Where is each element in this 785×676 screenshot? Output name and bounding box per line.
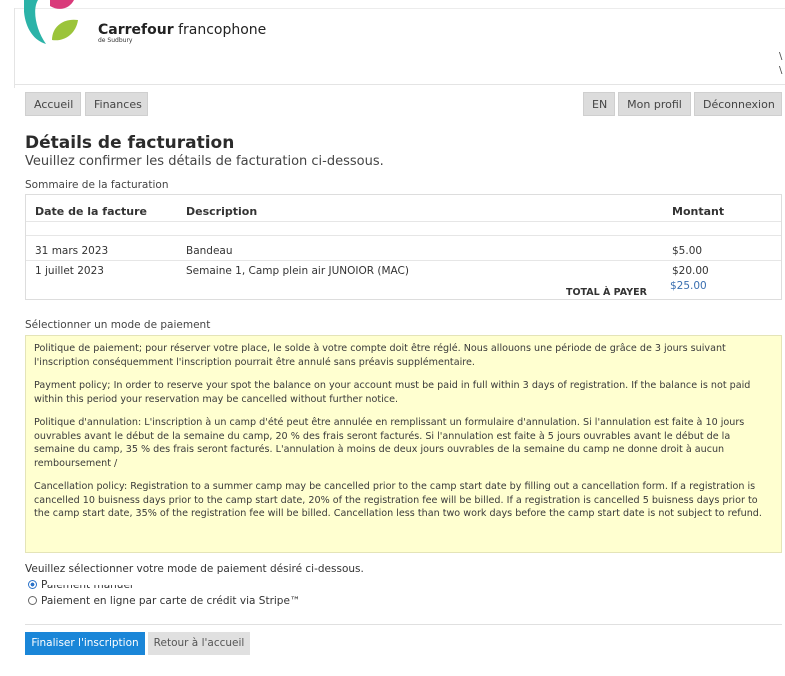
finalize-registration-button[interactable]: Finaliser l'inscription [25,632,145,655]
edge-char: \ [779,65,783,76]
total-label: TOTAL À PAYER [566,287,647,298]
logout-button[interactable]: Déconnexion [694,92,782,116]
billing-table: Date de la facture Description Montant 3… [25,194,782,300]
row-2-description: Semaine 1, Camp plein air JUNOIOR (MAC) [186,265,409,277]
row-1-date: 31 mars 2023 [35,245,109,257]
row-1-amount: $5.00 [672,245,703,257]
edge-char: \ [779,51,783,62]
brand-subtitle: de Sudbury [98,37,133,44]
payment-instructions: Veuillez sélectionner votre mode de paie… [25,563,364,575]
carrefour-logo-icon [24,0,78,44]
row-2-amount: $20.00 [672,265,709,277]
row-divider [26,235,781,236]
nav-finances-button[interactable]: Finances [85,92,148,116]
page-title: Détails de facturation [25,133,235,153]
nav-home-button[interactable]: Accueil [25,92,81,116]
row-2-date: 1 juillet 2023 [35,265,104,277]
frame-line [14,84,785,85]
policy-paragraph: Payment policy; In order to reserve your… [34,380,751,405]
column-header-description: Description [186,205,258,218]
row-1-description: Bandeau [186,245,233,257]
billing-summary-label: Sommaire de la facturation [25,179,169,191]
brand-name: Carrefour francophone de Sudbury [98,22,266,44]
language-toggle-button[interactable]: EN [583,92,615,116]
payment-option-stripe-label: Paiement en ligne par carte de crédit vi… [41,595,301,607]
back-home-button[interactable]: Retour à l'accueil [148,632,250,655]
profile-button[interactable]: Mon profil [618,92,691,116]
payment-option-stripe[interactable]: Paiement en ligne par carte de crédit vi… [28,595,300,607]
total-value: $25.00 [670,280,707,292]
brand-name-bold: Carrefour [98,22,174,38]
frame-line [14,8,785,9]
radio-selected-icon[interactable] [28,580,37,589]
column-header-date: Date de la facture [35,205,147,218]
frame-line [14,8,15,88]
brand-name-rest: francophone [178,22,267,38]
payment-method-label: Sélectionner un mode de paiement [25,319,211,331]
site-header: Carrefour francophone de Sudbury \ \ [0,0,785,88]
overlay-mask [48,576,173,585]
row-divider [26,260,781,261]
header-blank-box [638,48,779,76]
radio-unselected-icon[interactable] [28,596,37,605]
policy-paragraph: Politique de paiement; pour réserver vot… [34,343,726,368]
page-subtitle: Veuillez confirmer les détails de factur… [25,154,384,169]
policy-paragraph: Politique d'annulation: L'inscription à … [34,417,745,469]
column-header-amount: Montant [672,205,725,218]
policy-paragraph: Cancellation policy: Registration to a s… [34,481,762,519]
payment-policy-notice: Politique de paiement; pour réserver vot… [25,335,782,553]
row-divider [26,221,781,222]
header-edge-text: \ \ [779,50,782,78]
divider [25,624,782,625]
